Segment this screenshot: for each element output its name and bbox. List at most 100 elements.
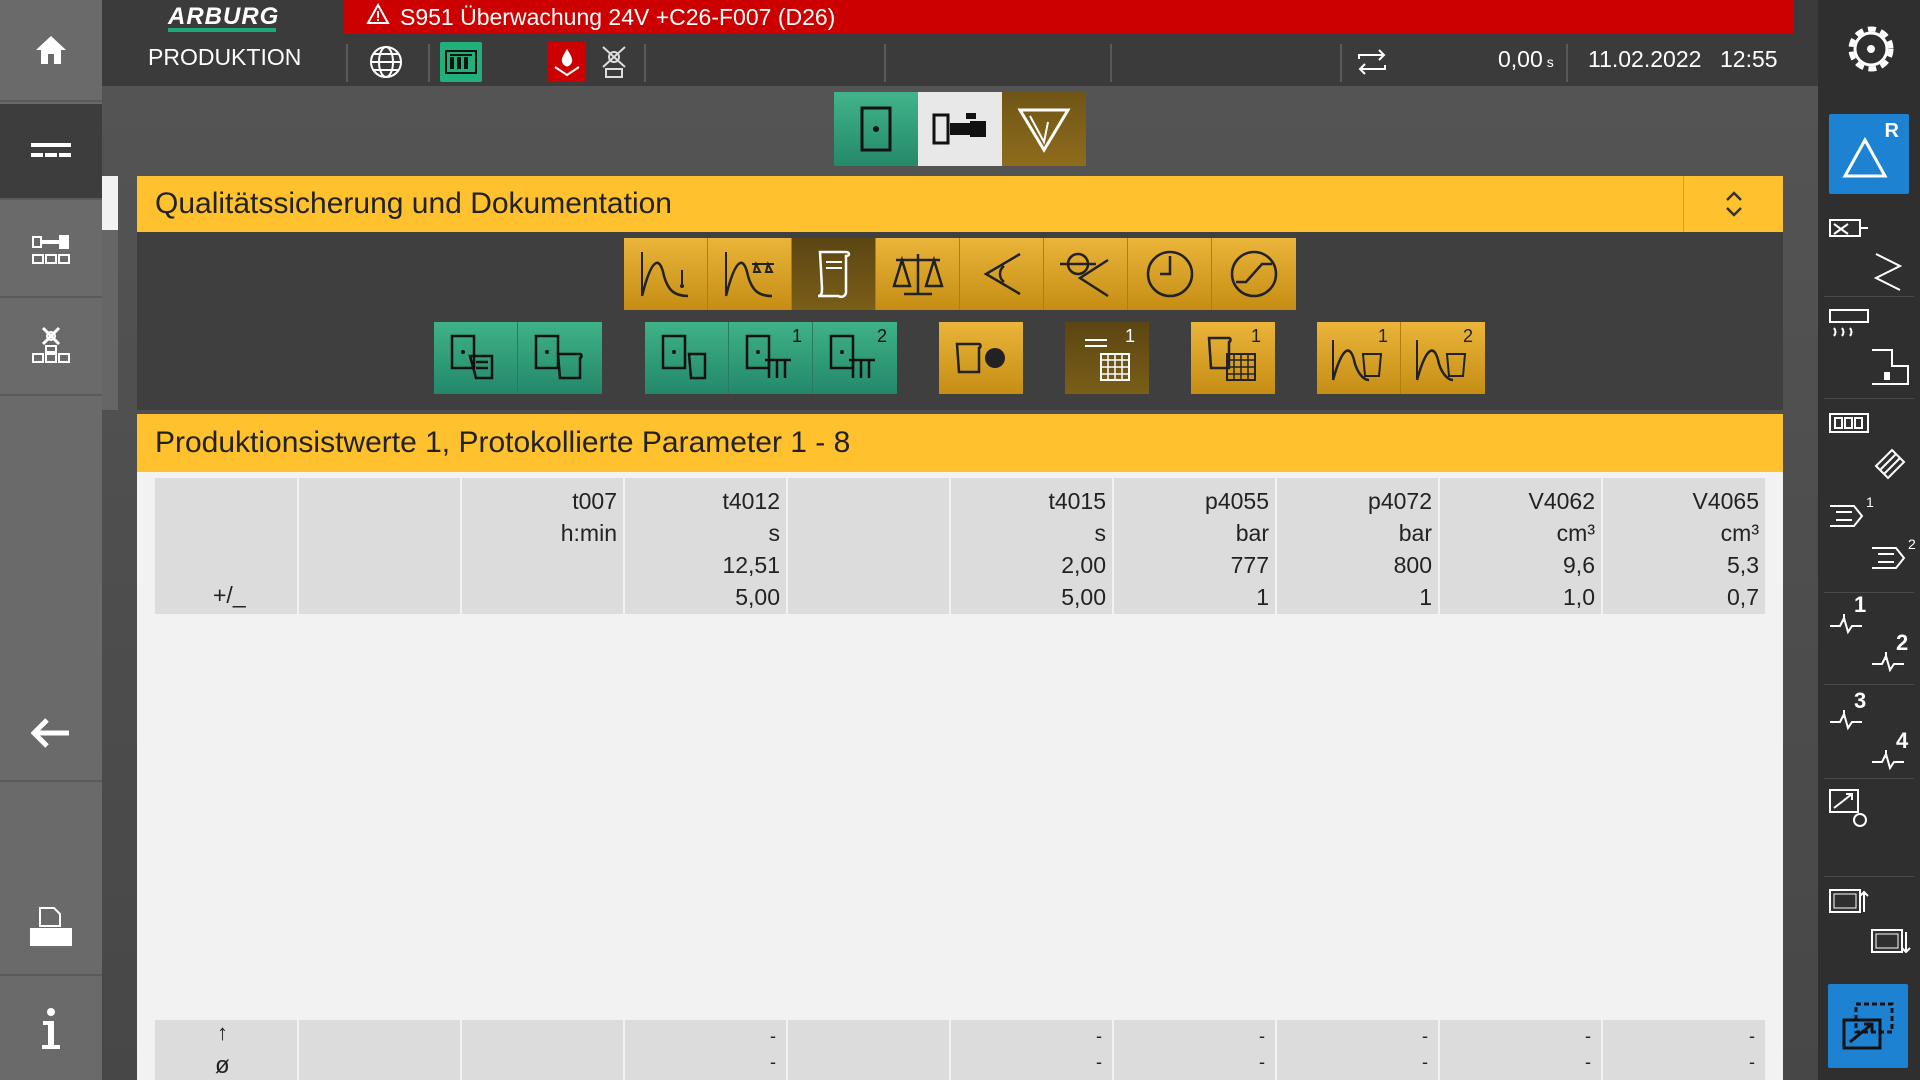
footer-col-2 bbox=[299, 1020, 462, 1080]
divider bbox=[1110, 44, 1112, 82]
quality-mode-button[interactable]: R bbox=[1829, 114, 1909, 194]
machine-button[interactable] bbox=[0, 202, 102, 298]
param-nominal: 2,00 bbox=[1061, 552, 1106, 578]
protocol-button[interactable] bbox=[792, 238, 876, 310]
gear-icon bbox=[1848, 26, 1894, 72]
table-page-1-label: 1 bbox=[1124, 326, 1135, 346]
doc-table-button[interactable]: 1 bbox=[1191, 322, 1275, 394]
robot-button[interactable] bbox=[0, 300, 102, 396]
export-button[interactable] bbox=[1828, 886, 1870, 925]
menu-button[interactable] bbox=[0, 104, 102, 200]
home-button[interactable] bbox=[0, 0, 102, 102]
heating-button[interactable] bbox=[548, 42, 586, 82]
footer-value: - bbox=[770, 1052, 776, 1072]
mode-label: PRODUKTION bbox=[148, 44, 302, 70]
printer-icon bbox=[30, 907, 72, 946]
param-tolerance: 1,0 bbox=[1563, 584, 1595, 610]
screw-1-icon bbox=[1830, 505, 1864, 527]
counter-button[interactable] bbox=[1828, 410, 1870, 441]
pressure-2-button[interactable]: 2 bbox=[1870, 630, 1910, 681]
tolerance-curve-button[interactable] bbox=[624, 238, 708, 310]
warning-triangle-icon bbox=[366, 0, 390, 34]
language-button[interactable] bbox=[366, 42, 406, 82]
cycle-time-button[interactable] bbox=[1128, 238, 1212, 310]
machine-status-button[interactable] bbox=[440, 42, 482, 82]
quality-view-button[interactable] bbox=[1002, 92, 1086, 166]
pressure-1-button[interactable]: 1 bbox=[1828, 592, 1868, 643]
injection-view-button[interactable] bbox=[918, 92, 1002, 166]
weighing-button[interactable] bbox=[876, 238, 960, 310]
mould-protocol-icon bbox=[534, 334, 583, 380]
pressure-3-button[interactable]: 3 bbox=[1828, 688, 1868, 739]
robot-gripper-icon bbox=[602, 46, 626, 78]
table-col-4: t4012 s 12,51 5,00 bbox=[625, 478, 788, 614]
monitoring-button[interactable] bbox=[1828, 786, 1868, 833]
injection-unit-button[interactable] bbox=[1870, 444, 1910, 489]
pressure-4-label: 4 bbox=[1896, 728, 1909, 753]
curve-doc-2-button[interactable]: 2 bbox=[1401, 322, 1485, 394]
target-eye-icon bbox=[1059, 252, 1109, 298]
divider bbox=[1824, 684, 1914, 685]
import-button[interactable] bbox=[1870, 926, 1912, 965]
footer-col-4: -- bbox=[625, 1020, 788, 1080]
curve-doc-1-button[interactable]: 1 bbox=[1317, 322, 1401, 394]
param-nominal: 777 bbox=[1230, 552, 1269, 578]
pressure-2-label: 2 bbox=[1896, 630, 1909, 655]
scale-icon bbox=[891, 254, 944, 296]
table-page-1-button[interactable]: 1 bbox=[1065, 322, 1149, 394]
ejector-button[interactable] bbox=[1870, 250, 1906, 297]
divider bbox=[1340, 44, 1342, 82]
inspection-target-button[interactable] bbox=[1044, 238, 1128, 310]
mould-sequence-button[interactable] bbox=[645, 322, 729, 394]
screw-2-button[interactable]: 2 bbox=[1870, 536, 1916, 585]
trend-button[interactable] bbox=[1212, 238, 1296, 310]
section-qs-header[interactable]: Qualitätssicherung und Dokumentation bbox=[137, 176, 1783, 232]
alarm-banner[interactable]: S951 Überwachung 24V +C26-F007 (D26) bbox=[344, 0, 1794, 34]
curve-compare-button[interactable] bbox=[708, 238, 792, 310]
screw-1-label: 1 bbox=[1866, 494, 1874, 510]
mould-sequence-1-button[interactable]: 1 bbox=[729, 322, 813, 394]
record-button[interactable] bbox=[939, 322, 1023, 394]
back-button[interactable] bbox=[0, 686, 102, 782]
cycle-arrows-icon bbox=[1358, 49, 1386, 75]
injection-unit-icon bbox=[1874, 448, 1906, 480]
left-sidebar bbox=[0, 0, 102, 1080]
footer-col-7: -- bbox=[1114, 1020, 1277, 1080]
pressure-1-label: 1 bbox=[1854, 592, 1867, 617]
settings-button[interactable] bbox=[1840, 18, 1902, 85]
temperature-control-button[interactable] bbox=[1870, 346, 1910, 393]
param-name: V4062 bbox=[1528, 488, 1595, 514]
divider bbox=[644, 44, 646, 82]
heating-zones-button[interactable] bbox=[1828, 306, 1870, 351]
footer-col-9: -- bbox=[1440, 1020, 1603, 1080]
inspection-button[interactable] bbox=[960, 238, 1044, 310]
param-nominal: 5,3 bbox=[1727, 552, 1759, 578]
scrollbar-thumb[interactable] bbox=[102, 176, 118, 230]
footer-value: - bbox=[1422, 1052, 1428, 1072]
param-name: p4072 bbox=[1368, 488, 1432, 514]
pressure-4-button[interactable]: 4 bbox=[1870, 728, 1910, 779]
screw-1-button[interactable]: 1 bbox=[1828, 494, 1874, 543]
cycle-time-unit: s bbox=[1546, 54, 1554, 70]
doc-table-label: 1 bbox=[1250, 326, 1261, 346]
mould-sequence-2-button[interactable]: 2 bbox=[813, 322, 897, 394]
mould-view-button[interactable] bbox=[834, 92, 918, 166]
info-button[interactable] bbox=[0, 978, 102, 1080]
alarm-text: S951 Überwachung 24V +C26-F007 (D26) bbox=[400, 4, 836, 30]
mould-protocol-button[interactable] bbox=[518, 322, 602, 394]
table-col-5 bbox=[788, 478, 951, 614]
arburg-logo: ARBURG bbox=[168, 3, 280, 32]
sidebar-scrollbar[interactable] bbox=[102, 176, 118, 410]
collapse-button[interactable] bbox=[1683, 176, 1783, 232]
footer-value: - bbox=[1422, 1026, 1428, 1046]
screenshot-button[interactable] bbox=[1828, 984, 1908, 1068]
footer-col-5 bbox=[788, 1020, 951, 1080]
mould-close-button[interactable] bbox=[1828, 214, 1870, 249]
robot-status-button[interactable] bbox=[596, 42, 632, 82]
screw-2-icon bbox=[1872, 547, 1906, 569]
print-button[interactable] bbox=[0, 880, 102, 976]
cycle-mode-button[interactable] bbox=[1352, 42, 1392, 82]
trend-circle-icon bbox=[1230, 250, 1278, 298]
r-label: R bbox=[1884, 120, 1899, 142]
mould-doc-button[interactable] bbox=[434, 322, 518, 394]
